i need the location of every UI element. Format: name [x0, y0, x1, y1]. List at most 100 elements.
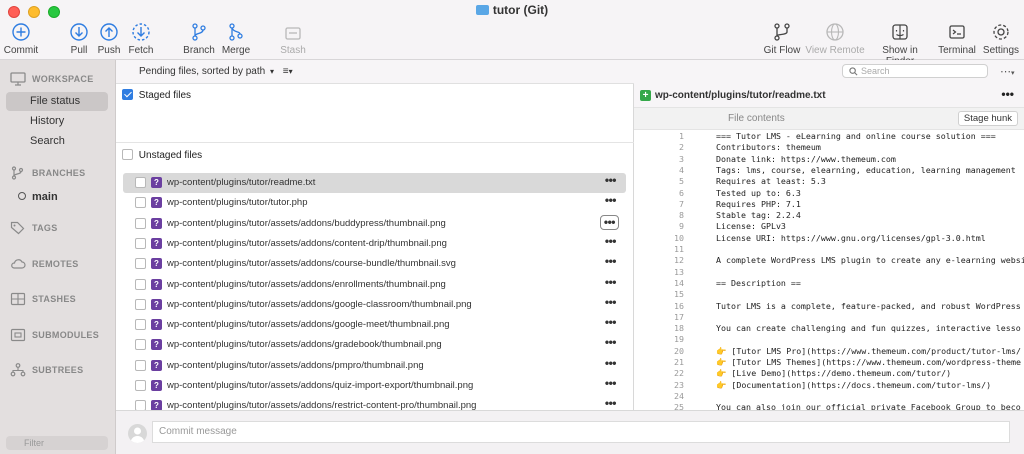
file-more-button[interactable]: •••: [599, 214, 619, 230]
view-remote-button[interactable]: View Remote: [805, 22, 865, 56]
file-checkbox[interactable]: [135, 237, 146, 249]
globe-icon: [826, 23, 844, 41]
table-row[interactable]: ? wp-content/plugins/tutor/assets/addons/…: [123, 275, 626, 295]
stash-button[interactable]: Stash: [263, 22, 323, 56]
file-checkbox[interactable]: [135, 319, 146, 331]
gear-icon: [993, 24, 1009, 40]
sidebar-branch-main[interactable]: main: [18, 191, 58, 203]
monitor-icon: [10, 72, 26, 86]
sidebar-item-label: File status: [30, 95, 81, 107]
diff-file-header: + wp-content/plugins/tutor/readme.txt ••…: [634, 84, 1024, 108]
file-checkbox[interactable]: [135, 298, 146, 310]
file-checkbox[interactable]: [135, 177, 146, 188]
sort-dropdown[interactable]: Pending files, sorted by path ▾ ≡▾: [139, 66, 293, 77]
search-input[interactable]: Search: [842, 64, 988, 78]
file-more-button[interactable]: •••: [605, 376, 617, 390]
unstaged-files-checkbox[interactable]: [122, 149, 133, 160]
file-more-button[interactable]: •••: [605, 356, 617, 370]
line-text: Contributors: themeum: [716, 142, 821, 153]
commit-message-input[interactable]: Commit message: [152, 421, 1010, 443]
file-more-button[interactable]: •••: [605, 173, 617, 187]
code-line: 17: [634, 312, 1024, 323]
sidebar-item-search[interactable]: Search: [6, 132, 108, 151]
file-more-button[interactable]: •••: [605, 335, 617, 349]
line-number: 20: [674, 345, 684, 356]
file-more-button[interactable]: •••: [605, 234, 617, 248]
file-more-button[interactable]: •••: [605, 295, 617, 309]
staged-files-checkbox[interactable]: [122, 89, 133, 100]
file-checkbox[interactable]: [135, 359, 146, 371]
file-checkbox[interactable]: [135, 258, 146, 270]
table-row[interactable]: ? wp-content/plugins/tutor/assets/addons/…: [123, 376, 626, 396]
staged-files-header[interactable]: Staged files: [122, 89, 191, 101]
line-text: A complete WordPress LMS plugin to creat…: [716, 255, 1024, 266]
code-line: 7 Requires PHP: 7.1: [634, 199, 1024, 210]
file-checkbox[interactable]: [135, 380, 146, 391]
table-row[interactable]: ? wp-content/plugins/tutor/assets/addons/…: [123, 356, 626, 376]
line-text: 👉 [Documentation](https://docs.themeum.c…: [716, 379, 992, 390]
code-line: 8 Stable tag: 2.2.4: [634, 210, 1024, 221]
table-row[interactable]: ? wp-content/plugins/tutor/tutor.php •••: [123, 193, 626, 213]
line-text: You can create challenging and fun quizz…: [716, 323, 1021, 334]
stage-hunk-button[interactable]: Stage hunk: [957, 111, 1018, 126]
table-row[interactable]: ? wp-content/plugins/tutor/assets/addons/…: [123, 214, 626, 234]
file-checkbox[interactable]: [135, 197, 146, 209]
table-row[interactable]: ? wp-content/plugins/tutor/assets/addons/…: [123, 295, 626, 315]
settings-button[interactable]: Settings: [971, 22, 1024, 56]
file-checkbox[interactable]: [135, 278, 146, 290]
line-text: You can also join our official private F…: [716, 402, 1021, 410]
code-line: 21 👉 [Tutor LMS Themes](https://www.theme…: [634, 357, 1024, 368]
workspace-heading: WORKSPACE: [32, 74, 94, 84]
search-row: Search ⋯▾: [634, 60, 1024, 84]
user-icon: [130, 427, 145, 443]
table-row[interactable]: ? wp-content/plugins/tutor/assets/addons/…: [123, 315, 626, 335]
file-path: wp-content/plugins/tutor/readme.txt: [167, 177, 316, 188]
line-number: 24: [674, 390, 684, 401]
file-checkbox[interactable]: [135, 339, 146, 351]
sidebar-section-subtrees[interactable]: SUBTREES: [10, 363, 83, 377]
options-menu-button[interactable]: ⋯▾: [1000, 65, 1015, 78]
file-more-button[interactable]: •••: [605, 193, 617, 207]
table-row[interactable]: ? wp-content/plugins/tutor/assets/addons/…: [123, 335, 626, 355]
sidebar-section-remotes[interactable]: REMOTES: [10, 257, 79, 271]
line-text: Requires PHP: 7.1: [716, 198, 801, 209]
file-more-button[interactable]: •••: [605, 275, 617, 289]
sidebar-section-workspace[interactable]: WORKSPACE: [10, 72, 94, 86]
fetch-button[interactable]: Fetch: [111, 22, 171, 56]
unstaged-files-header[interactable]: Unstaged files: [122, 149, 202, 161]
file-more-button[interactable]: •••: [605, 254, 617, 268]
sidebar-section-stashes[interactable]: STASHES: [10, 292, 76, 306]
code-line: 14 == Description ==: [634, 278, 1024, 289]
file-checkbox[interactable]: [135, 217, 146, 229]
commit-button[interactable]: Commit: [0, 22, 51, 56]
sidebar-item-file-status[interactable]: File status: [6, 92, 108, 111]
sidebar-section-branches[interactable]: BRANCHES: [10, 166, 85, 180]
sidebar-section-submodules[interactable]: SUBMODULES: [10, 328, 99, 342]
code-line: 12 A complete WordPress LMS plugin to cre…: [634, 255, 1024, 266]
line-text: Tags: lms, course, elearning, education,…: [716, 164, 1016, 175]
code-line: 13: [634, 267, 1024, 278]
file-more-button[interactable]: •••: [605, 315, 617, 329]
search-placeholder: Search: [861, 66, 890, 76]
diff-more-button[interactable]: •••: [1001, 87, 1014, 101]
git-flow-button[interactable]: Git Flow: [752, 22, 812, 56]
filter-placeholder: Filter: [24, 438, 44, 448]
fetch-label: Fetch: [128, 45, 154, 56]
table-row[interactable]: ? wp-content/plugins/tutor/assets/addons/…: [123, 254, 626, 274]
line-number: 7: [679, 198, 684, 209]
sidebar-item-history[interactable]: History: [6, 112, 108, 131]
line-number: 21: [674, 357, 684, 367]
sidebar-filter-input[interactable]: Filter: [6, 436, 108, 450]
code-line: 25 You can also join our official private…: [634, 402, 1024, 410]
merge-button[interactable]: Merge: [206, 22, 266, 56]
line-number: 12: [674, 255, 684, 266]
sidebar-section-tags[interactable]: TAGS: [10, 221, 58, 235]
list-view-icon[interactable]: ≡▾: [283, 66, 293, 77]
file-path: wp-content/plugins/tutor/assets/addons/b…: [167, 217, 446, 229]
table-row[interactable]: ? wp-content/plugins/tutor/assets/addons/…: [123, 234, 626, 254]
line-number: 3: [679, 153, 684, 164]
file-more-button[interactable]: •••: [605, 396, 617, 410]
submodules-heading: SUBMODULES: [32, 330, 100, 340]
table-row[interactable]: ? wp-content/plugins/tutor/readme.txt •••: [123, 173, 626, 193]
code-line: 20 👉 [Tutor LMS Pro](https://www.themeum.…: [634, 346, 1024, 357]
